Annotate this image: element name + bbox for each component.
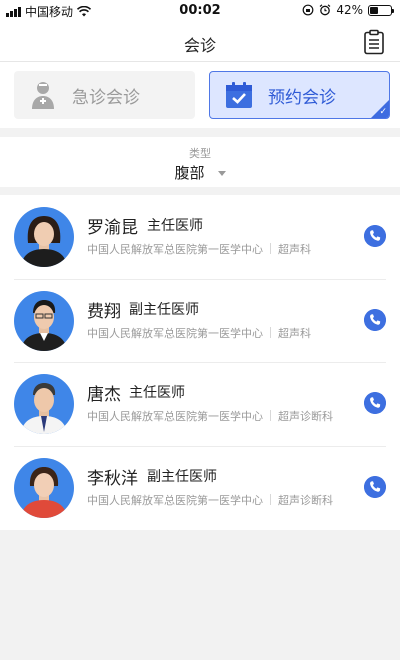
status-bar: 中国移动 00:02 42% (0, 0, 400, 22)
department-name: 超声诊断科 (278, 493, 333, 507)
hospital-name: 中国人民解放军总医院第一医学中心 (87, 243, 263, 256)
hospital-name: 中国人民解放军总医院第一医学中心 (87, 493, 263, 507)
phone-icon[interactable] (364, 225, 386, 247)
avatar (14, 207, 74, 267)
doctor-affiliation: 中国人民解放军总医院第一医学中心 超声诊断科 (87, 492, 333, 508)
list-item[interactable]: 李秋洋 副主任医师 中国人民解放军总医院第一医学中心 超声诊断科 (0, 445, 400, 530)
tab-emergency-consultation[interactable]: 急诊会诊 (14, 71, 195, 119)
phone-icon[interactable] (364, 475, 386, 498)
battery-icon (368, 4, 394, 16)
status-right: 42% (302, 3, 394, 17)
doctor-title: 副主任医师 (129, 301, 199, 318)
doctor-name: 费翔 (87, 301, 121, 322)
nav-bar: 会诊 (0, 22, 400, 62)
consultation-screen: 中国移动 00:02 42% 会诊 急诊会诊 预约会诊 ✓ 类型 腹部 罗渝昆 … (0, 0, 400, 660)
hospital-name: 中国人民解放军总医院第一医学中心 (87, 326, 263, 340)
battery-percent: 42% (336, 3, 363, 17)
calendar-check-icon (226, 82, 252, 108)
divider (270, 326, 271, 338)
doctor-title: 主任医师 (147, 218, 203, 234)
tab-label: 急诊会诊 (72, 87, 140, 108)
type-filter[interactable]: 类型 腹部 (0, 137, 400, 187)
avatar (14, 290, 74, 351)
doctor-title: 主任医师 (129, 385, 185, 401)
page-title: 会诊 (183, 36, 216, 55)
doctor-name: 罗渝昆 (87, 218, 138, 238)
doctor-name: 唐杰 (87, 385, 121, 405)
divider (270, 410, 271, 421)
filter-value: 腹部 (174, 164, 205, 182)
list-item[interactable]: 费翔 副主任医师 中国人民解放军总医院第一医学中心 超声科 (0, 278, 400, 363)
rotation-lock-icon (302, 4, 314, 16)
department-name: 超声科 (278, 243, 311, 256)
tab-label: 预约会诊 (268, 87, 336, 108)
doctor-list: 罗渝昆 主任医师 中国人民解放军总医院第一医学中心 超声科 费翔 副主任医师 中… (0, 195, 400, 530)
tab-appointment-consultation[interactable]: 预约会诊 ✓ (209, 71, 390, 119)
department-name: 超声诊断科 (278, 410, 333, 423)
alarm-icon (319, 4, 331, 16)
chevron-down-icon (217, 171, 226, 176)
doctor-title: 副主任医师 (147, 468, 217, 485)
doctor-icon (32, 82, 54, 109)
avatar (14, 457, 74, 518)
divider (270, 493, 271, 505)
phone-icon[interactable] (364, 308, 386, 331)
filter-label: 类型 (189, 147, 211, 160)
check-icon: ✓ (379, 107, 387, 117)
doctor-affiliation: 中国人民解放军总医院第一医学中心 超声科 (87, 325, 311, 341)
doctor-affiliation: 中国人民解放军总医院第一医学中心 超声科 (87, 241, 311, 257)
doctor-name: 李秋洋 (87, 468, 138, 489)
hospital-name: 中国人民解放军总医院第一医学中心 (87, 410, 263, 423)
list-item[interactable]: 罗渝昆 主任医师 中国人民解放军总医院第一医学中心 超声科 (0, 195, 400, 279)
doctor-affiliation: 中国人民解放军总医院第一医学中心 超声诊断科 (87, 408, 333, 424)
clipboard-icon[interactable] (362, 29, 386, 55)
phone-icon[interactable] (364, 392, 386, 414)
avatar (14, 374, 74, 434)
list-item[interactable]: 唐杰 主任医师 中国人民解放军总医院第一医学中心 超声诊断科 (0, 362, 400, 446)
department-name: 超声科 (278, 326, 311, 340)
divider (270, 243, 271, 254)
consultation-mode-tabs: 急诊会诊 预约会诊 ✓ (0, 62, 400, 128)
